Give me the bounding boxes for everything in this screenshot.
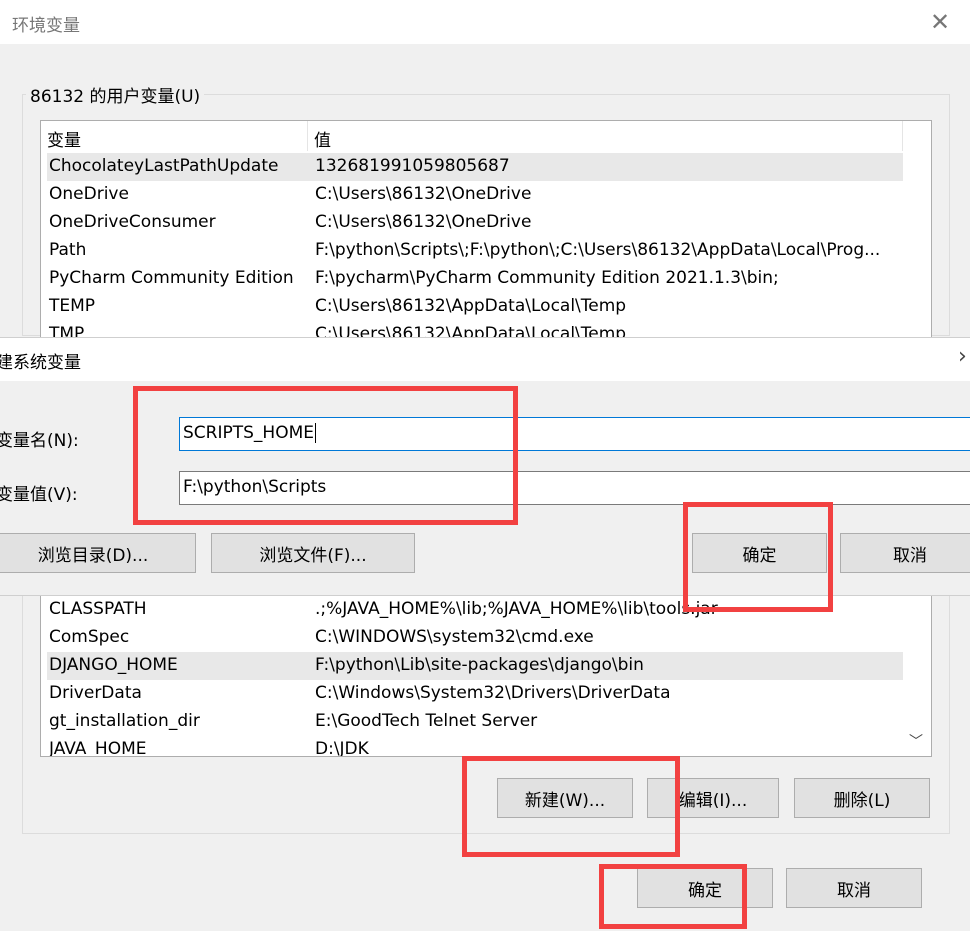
browse-directory-button[interactable]: 浏览目录(D)...: [0, 533, 196, 573]
close-icon[interactable]: ›: [958, 344, 967, 369]
edit-button[interactable]: 编辑(I)...: [647, 778, 779, 818]
column-divider: [902, 121, 903, 151]
variable-name-field[interactable]: SCRIPTS_HOME: [179, 417, 970, 451]
column-header-name[interactable]: 变量: [47, 126, 81, 151]
var-value: .;%JAVA_HOME%\lib;%JAVA_HOME%\lib\tools.…: [315, 599, 718, 619]
user-vars-label: 86132 的用户变量(U): [26, 82, 205, 107]
ok-button[interactable]: 确定: [637, 868, 773, 908]
var-value: F:\python\Scripts\;F:\python\;C:\Users\8…: [315, 240, 881, 260]
column-header-value[interactable]: 值: [314, 126, 331, 151]
var-value: C:\WINDOWS\system32\cmd.exe: [315, 627, 594, 647]
new-system-variable-dialog: 建系统变量 › 变量名(N): SCRIPTS_HOME 变量值(V): F:\…: [0, 337, 970, 596]
var-name: DJANGO_HOME: [49, 655, 178, 675]
browse-file-button[interactable]: 浏览文件(F)...: [211, 533, 415, 573]
table-row[interactable]: OneDrive C:\Users\86132\OneDrive: [47, 181, 903, 209]
table-row[interactable]: OneDriveConsumer C:\Users\86132\OneDrive: [47, 209, 903, 237]
var-value: D:\JDK: [315, 739, 369, 757]
var-name: OneDriveConsumer: [49, 212, 216, 232]
table-row[interactable]: ComSpec C:\WINDOWS\system32\cmd.exe: [47, 624, 903, 652]
var-value: 132681991059805687: [315, 156, 510, 176]
table-row[interactable]: DriverData C:\Windows\System32\Drivers\Dr…: [47, 680, 903, 708]
list-header: 变量 值: [41, 121, 931, 151]
var-name: DriverData: [49, 683, 142, 703]
var-name: ComSpec: [49, 627, 130, 647]
var-value: C:\Users\86132\AppData\Local\Temp: [315, 296, 627, 316]
var-name: TEMP: [49, 296, 96, 316]
dialog-title-bar: 建系统变量 ›: [0, 338, 970, 381]
variable-value-field[interactable]: F:\python\Scripts: [179, 471, 970, 505]
column-divider[interactable]: [307, 121, 308, 151]
scroll-down-icon[interactable]: ﹀: [909, 731, 923, 751]
user-vars-list[interactable]: 变量 值 ChocolateyLastPathUpdate 13268199105…: [40, 120, 932, 340]
title-bar: 环境变量 ✕: [0, 0, 970, 44]
var-value: C:\Windows\System32\Drivers\DriverData: [315, 683, 671, 703]
var-name: Path: [49, 240, 87, 260]
var-name: JAVA_HOME: [49, 739, 147, 757]
table-row[interactable]: JAVA_HOME D:\JDK: [47, 736, 903, 757]
dialog-ok-button[interactable]: 确定: [692, 533, 827, 573]
var-value: F:\pycharm\PyCharm Community Edition 202…: [315, 268, 779, 288]
var-name: PyCharm Community Edition: [49, 268, 294, 288]
var-value: E:\GoodTech Telnet Server: [315, 711, 538, 731]
dialog-cancel-button[interactable]: 取消: [840, 533, 970, 573]
var-value: F:\python\Lib\site-packages\django\bin: [315, 655, 644, 675]
table-row[interactable]: DJANGO_HOME F:\python\Lib\site-packages\d…: [47, 652, 903, 680]
table-row[interactable]: gt_installation_dir E:\GoodTech Telnet Se…: [47, 708, 903, 736]
new-button[interactable]: 新建(W)...: [497, 778, 633, 818]
text-caret: [315, 423, 316, 443]
table-row[interactable]: TEMP C:\Users\86132\AppData\Local\Temp: [47, 293, 903, 321]
table-row[interactable]: PyCharm Community Edition F:\pycharm\PyCh…: [47, 265, 903, 293]
var-name: OneDrive: [49, 184, 129, 204]
var-name: CLASSPATH: [49, 599, 147, 619]
close-icon[interactable]: ✕: [930, 8, 950, 36]
system-vars-list[interactable]: CLASSPATH .;%JAVA_HOME%\lib;%JAVA_HOME%\l…: [40, 580, 932, 757]
var-value: C:\Users\86132\OneDrive: [315, 184, 532, 204]
table-row[interactable]: CLASSPATH .;%JAVA_HOME%\lib;%JAVA_HOME%\l…: [47, 596, 903, 624]
variable-value-text: F:\python\Scripts: [183, 477, 327, 497]
var-name: ChocolateyLastPathUpdate: [49, 156, 279, 176]
var-name: gt_installation_dir: [49, 711, 200, 731]
table-row[interactable]: ChocolateyLastPathUpdate 1326819910598056…: [47, 153, 903, 181]
name-label: 变量名(N):: [0, 431, 79, 451]
table-row[interactable]: Path F:\python\Scripts\;F:\python\;C:\Use…: [47, 237, 903, 265]
delete-button[interactable]: 删除(L): [794, 778, 930, 818]
variable-name-text: SCRIPTS_HOME: [183, 423, 314, 443]
value-label: 变量值(V):: [0, 485, 78, 505]
var-value: C:\Users\86132\OneDrive: [315, 212, 532, 232]
dialog-title: 建系统变量: [0, 353, 81, 373]
cancel-button[interactable]: 取消: [786, 868, 922, 908]
window-title: 环境变量: [12, 16, 80, 36]
